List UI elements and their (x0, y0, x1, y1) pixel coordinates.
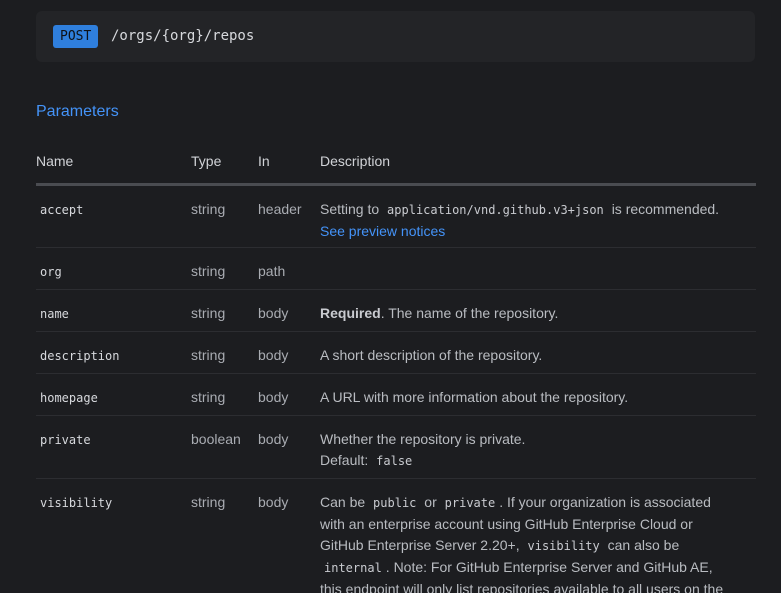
param-type: string (191, 347, 226, 363)
table-header-row: Name Type In Description (36, 142, 756, 186)
param-in: body (258, 347, 289, 363)
header-type: Type (191, 153, 222, 169)
inline-code: internal (324, 561, 382, 575)
param-in: body (258, 389, 289, 405)
param-name: homepage (40, 391, 98, 405)
param-name: accept (40, 203, 84, 217)
param-in: body (258, 305, 289, 321)
param-type: string (191, 305, 226, 321)
desc-text: or (424, 494, 437, 510)
required-label: Required (320, 305, 381, 321)
param-description: Setting to application/vnd.github.v3+jso… (320, 199, 750, 242)
inline-code: visibility (527, 539, 600, 553)
http-method-badge: POST (53, 25, 99, 48)
param-description: Whether the repository is private. Defau… (320, 429, 750, 472)
param-name: private (40, 433, 91, 447)
desc-text: . Note: For GitHub Enterprise Server and… (385, 559, 713, 575)
default-value: false (376, 454, 413, 468)
inline-code: application/vnd.github.v3+json (387, 203, 604, 217)
desc-text: . If your organization is associated (499, 494, 711, 510)
param-type: string (191, 389, 226, 405)
param-type: string (191, 263, 226, 279)
desc-text: with an enterprise account using GitHub … (320, 516, 693, 532)
table-row: name string body Required. The name of t… (36, 290, 756, 332)
param-type: string (191, 494, 226, 510)
parameters-table: Name Type In Description accept string h… (36, 142, 756, 593)
param-in: body (258, 431, 289, 447)
table-row: description string body A short descript… (36, 332, 756, 374)
preview-notices-link[interactable]: See preview notices (320, 223, 445, 239)
param-type: boolean (191, 431, 241, 447)
parameters-heading[interactable]: Parameters (36, 103, 119, 121)
param-type: string (191, 201, 226, 217)
desc-text: GitHub Enterprise Server 2.20+, (320, 537, 520, 553)
desc-text: this endpoint will only list repositorie… (320, 581, 724, 593)
param-description: Can be public or private. If your organi… (320, 492, 750, 593)
desc-text: can also be (607, 537, 680, 553)
desc-text: Can be (320, 494, 366, 510)
desc-text: is recommended. (611, 201, 720, 217)
param-description: A short description of the repository. (320, 347, 543, 363)
inline-code: public (373, 496, 417, 510)
param-description: A URL with more information about the re… (320, 389, 629, 405)
param-in: header (258, 201, 302, 217)
endpoint-box: POST /orgs/{org}/repos (36, 11, 755, 62)
table-row: org string path (36, 248, 756, 290)
default-label: Default: (320, 452, 369, 468)
endpoint-path: /orgs/{org}/repos (111, 28, 255, 44)
desc-text: . The name of the repository. (380, 305, 559, 321)
param-name: org (40, 265, 62, 279)
table-row: private boolean body Whether the reposit… (36, 416, 756, 479)
table-row: homepage string body A URL with more inf… (36, 374, 756, 416)
header-in: In (258, 153, 270, 169)
header-name: Name (36, 153, 74, 169)
desc-text: Whether the repository is private. (320, 431, 526, 447)
header-description: Description (320, 153, 391, 169)
param-name: visibility (40, 496, 113, 510)
param-in: path (258, 263, 286, 279)
inline-code: private (444, 496, 496, 510)
table-row: accept string header Setting to applicat… (36, 186, 756, 248)
param-name: description (40, 349, 120, 363)
api-docs-page: POST /orgs/{org}/repos Parameters Name T… (0, 0, 781, 593)
param-description: Required. The name of the repository. (320, 303, 750, 324)
param-in: body (258, 494, 289, 510)
param-name: name (40, 307, 69, 321)
table-row: visibility string body Can be public or … (36, 479, 756, 593)
desc-text: Setting to (320, 201, 380, 217)
